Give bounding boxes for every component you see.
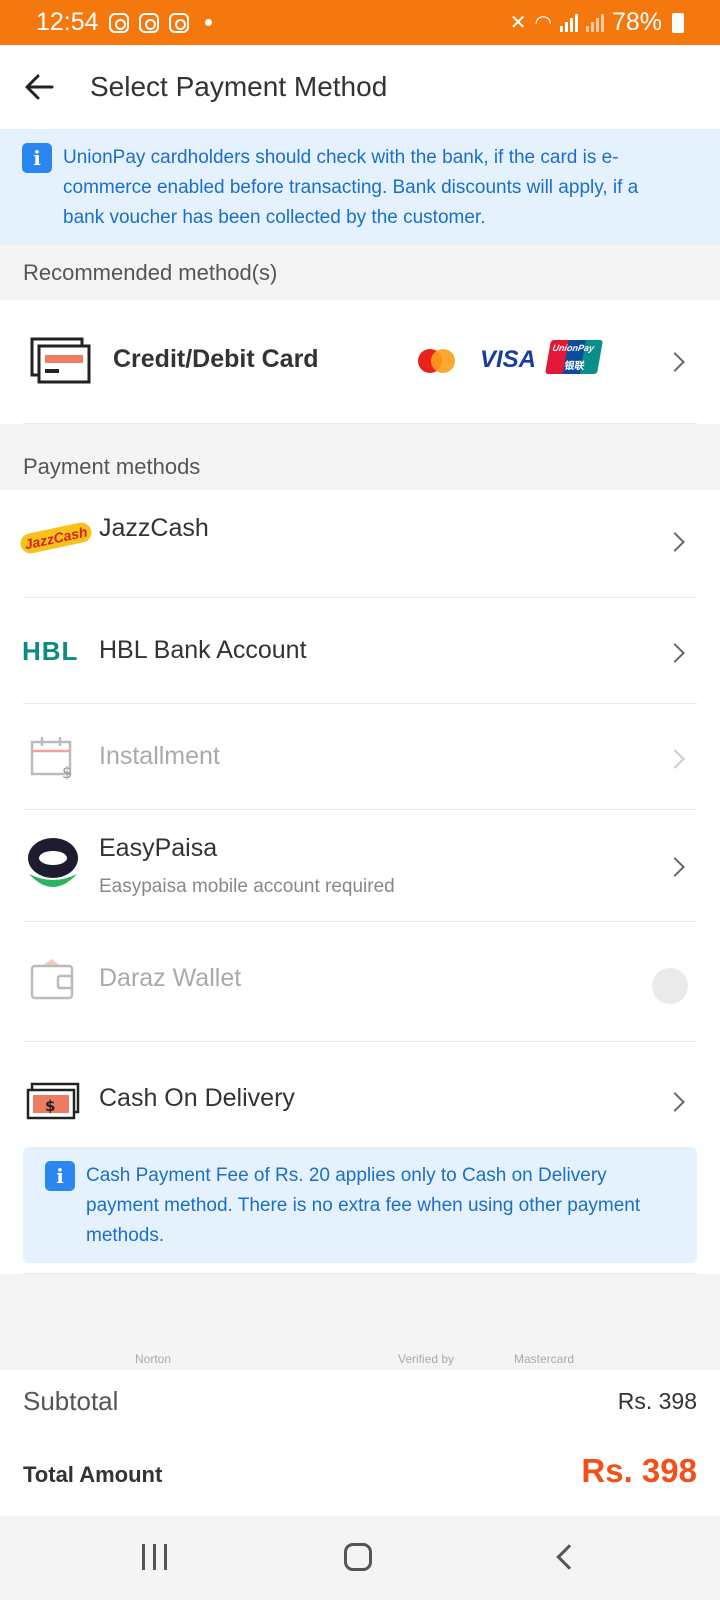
system-nav-bar (0, 1516, 720, 1600)
chevron-right-icon (665, 643, 685, 663)
payment-option-installment: $ Installment (0, 704, 720, 810)
chevron-right-icon (665, 1092, 685, 1112)
chevron-right-icon (665, 532, 685, 552)
mastercard-icon (418, 349, 455, 373)
method-label: JazzCash (99, 514, 209, 542)
method-label: Installment (99, 742, 220, 770)
wallet-icon (30, 959, 74, 1000)
subtotal-value: Rs. 398 (617, 1388, 697, 1414)
mute-icon: ✕ (509, 12, 527, 34)
notification-dot-icon (204, 19, 212, 26)
info-icon: i (22, 143, 52, 173)
info-icon: i (45, 1161, 75, 1191)
signal-icon (585, 13, 604, 32)
instagram-icon (138, 12, 159, 33)
app-bar: Select Payment Method (0, 45, 720, 129)
recommended-heading: Recommended method(s) (23, 260, 278, 285)
unionpay-logo: UnionPay 银联 (545, 340, 603, 374)
order-summary: Subtotal Rs. 398 Total Amount Rs. 398 (0, 1370, 720, 1516)
recent-apps-icon[interactable] (142, 1544, 167, 1570)
payment-option-easypaisa[interactable]: EasyPaisa Easypaisa mobile account requi… (0, 810, 720, 922)
method-label: HBL Bank Account (99, 636, 307, 664)
payment-methods-heading: Payment methods (23, 454, 201, 479)
chevron-right-icon (665, 857, 685, 877)
chevron-right-icon (665, 749, 685, 769)
cod-fee-notice: i Cash Payment Fee of Rs. 20 applies onl… (23, 1147, 697, 1263)
payment-option-daraz-wallet: Daraz Wallet (0, 922, 720, 1042)
battery-icon (672, 12, 684, 33)
method-label: Daraz Wallet (99, 964, 242, 992)
method-label: Cash On Delivery (99, 1084, 295, 1112)
card-icon (30, 337, 91, 384)
status-time: 12:54 (36, 8, 99, 36)
payment-option-hbl[interactable]: HBL HBL Bank Account (0, 598, 720, 704)
credit-debit-card-option[interactable]: Credit/Debit Card VISA UnionPay 银联 (0, 300, 720, 424)
visa-logo: VISA (480, 346, 537, 373)
nav-back-icon[interactable] (556, 1544, 582, 1570)
payment-option-jazzcash[interactable]: JazzCash JazzCash (0, 490, 720, 598)
status-bar: 12:54 ✕ ◠ 78% (0, 0, 720, 45)
cash-icon: $ (26, 1082, 80, 1120)
unionpay-notice: i UnionPay cardholders should check with… (0, 129, 720, 245)
card-label: Credit/Debit Card (113, 345, 319, 373)
mastercard-secure-logo: Mastercard (514, 1352, 575, 1366)
cod-notice-text: Cash Payment Fee of Rs. 20 applies only … (86, 1165, 641, 1246)
svg-text:$: $ (62, 763, 72, 780)
back-arrow-icon[interactable] (22, 69, 58, 105)
norton-logo: Norton (135, 1352, 172, 1366)
instagram-icon (168, 12, 189, 33)
calendar-dollar-icon: $ (30, 737, 72, 780)
subtotal-label: Subtotal (23, 1386, 119, 1416)
page-title: Select Payment Method (90, 71, 388, 102)
battery-percent: 78% (611, 8, 662, 36)
verified-by-logo: Verified by (398, 1352, 455, 1366)
method-sublabel: Easypaisa mobile account required (99, 876, 395, 897)
signal-icon (559, 13, 578, 32)
wifi-icon: ◠ (534, 12, 552, 34)
home-icon[interactable] (344, 1543, 372, 1571)
total-label: Total Amount (23, 1462, 163, 1487)
method-label: EasyPaisa (99, 834, 218, 862)
radio-button (652, 968, 688, 1004)
svg-text:$: $ (45, 1097, 55, 1115)
hbl-logo: HBL (22, 636, 79, 666)
notice-text: UnionPay cardholders should check with t… (63, 147, 639, 228)
chevron-right-icon (665, 352, 685, 372)
easypaisa-logo (28, 838, 78, 887)
instagram-icon (108, 12, 129, 33)
jazzcash-logo: JazzCash (18, 520, 94, 556)
total-value: Rs. 398 (581, 1452, 697, 1489)
